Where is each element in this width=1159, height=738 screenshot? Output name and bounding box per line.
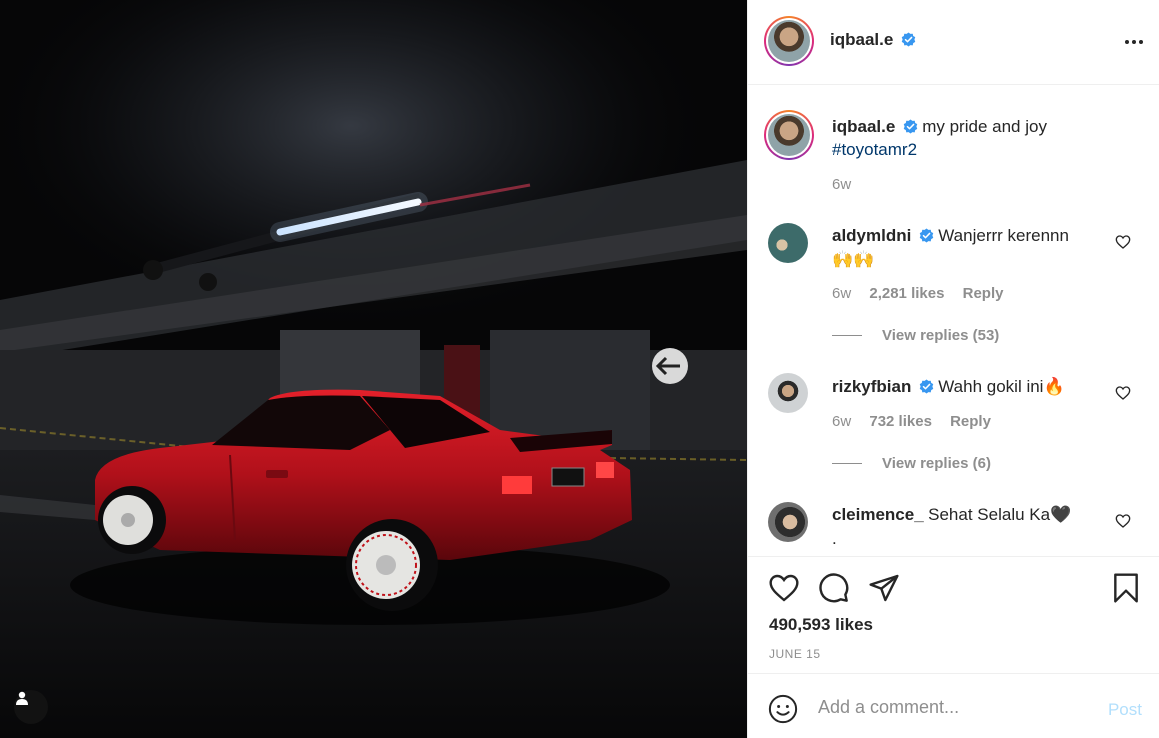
comment-text: Sehat Selalu Ka🖤 — [928, 505, 1072, 524]
replies-divider — [832, 335, 862, 336]
comment-likes[interactable]: 732 likes — [869, 413, 932, 430]
caption-avatar[interactable] — [764, 110, 814, 160]
reply-button[interactable]: Reply — [963, 285, 1004, 302]
caption-username[interactable]: iqbaal.e — [832, 117, 895, 136]
comment-username[interactable]: rizkyfbian — [832, 377, 911, 396]
comment-meta: 6w 732 likes Reply — [832, 413, 991, 430]
reply-button[interactable]: Reply — [950, 413, 991, 430]
post-actions: 490,593 likes JUNE 15 — [748, 556, 1159, 673]
comment-meta: 6w 2,281 likes Reply — [832, 285, 1003, 302]
verified-badge-icon — [903, 119, 918, 134]
more-options-icon[interactable] — [1122, 30, 1146, 54]
view-replies-button[interactable]: View replies (53) — [832, 327, 999, 344]
caption-hashtag[interactable]: #toyotamr2 — [832, 140, 917, 159]
comment-age[interactable]: 6w — [832, 413, 851, 430]
verified-badge-icon — [919, 379, 934, 394]
author-username[interactable]: iqbaal.e — [830, 30, 893, 49]
comment-like-heart-icon[interactable] — [1115, 513, 1131, 529]
post-comment-button[interactable]: Post — [1108, 700, 1142, 720]
comment-input[interactable] — [818, 694, 1088, 720]
heart-icon[interactable] — [768, 572, 800, 604]
add-comment-bar: Post — [748, 673, 1159, 738]
caption: iqbaal.e my pride and joy #toyotamr2 — [832, 116, 1132, 162]
replies-divider — [832, 463, 862, 464]
tagged-users-button[interactable] — [14, 690, 48, 724]
commenter-avatar[interactable] — [768, 502, 808, 542]
view-replies-label: View replies (6) — [882, 455, 991, 472]
author-avatar[interactable] — [764, 16, 814, 66]
comment-like-heart-icon[interactable] — [1115, 234, 1131, 250]
comment-item: cleimence_ Sehat Selalu Ka🖤 . — [832, 503, 1112, 551]
comment-username[interactable]: cleimence_ — [832, 505, 924, 524]
comment-like-heart-icon[interactable] — [1115, 385, 1131, 401]
bookmark-icon[interactable] — [1110, 572, 1142, 604]
comments-list[interactable]: iqbaal.e my pride and joy #toyotamr2 6w … — [748, 86, 1159, 556]
post-header: iqbaal.e — [748, 0, 1159, 85]
comment-item: aldymldni Wanjerrr kerennn 🙌🙌 — [832, 224, 1112, 272]
comment-text: Wanjerrr kerennn — [938, 226, 1069, 245]
commenter-avatar[interactable] — [768, 373, 808, 413]
comment-item: rizkyfbian Wahh gokil ini🔥 — [832, 375, 1112, 399]
verified-badge-icon — [919, 228, 934, 243]
view-replies-label: View replies (53) — [882, 327, 1000, 344]
verified-badge-icon — [901, 32, 916, 47]
comment-username[interactable]: aldymldni — [832, 226, 911, 245]
post-details-panel: iqbaal.e iqbaal.e my pride and joy #toyo… — [747, 0, 1159, 738]
smiley-icon[interactable] — [768, 694, 798, 724]
comment-text-emoji: 🙌🙌 — [832, 250, 875, 269]
commenter-avatar[interactable] — [768, 223, 808, 263]
comment-text: Wahh gokil ini🔥 — [938, 377, 1065, 396]
comment-text-line2: . — [832, 529, 837, 548]
paper-plane-icon[interactable] — [868, 572, 900, 604]
comment-likes[interactable]: 2,281 likes — [869, 285, 944, 302]
post-date[interactable]: JUNE 15 — [769, 647, 821, 661]
post-photo[interactable] — [0, 0, 747, 738]
view-replies-button[interactable]: View replies (6) — [832, 455, 991, 472]
user-tag-icon — [16, 691, 28, 705]
caption-text: my pride and joy — [922, 117, 1047, 136]
caption-age[interactable]: 6w — [832, 176, 851, 193]
comment-age[interactable]: 6w — [832, 285, 851, 302]
comment-bubble-icon[interactable] — [818, 572, 850, 604]
car-in-parking-garage-image — [0, 0, 747, 738]
post-likes-count[interactable]: 490,593 likes — [769, 615, 873, 635]
